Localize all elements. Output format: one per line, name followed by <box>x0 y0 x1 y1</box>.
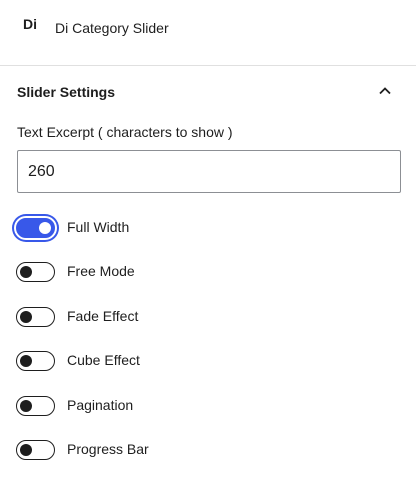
toggle-row-full-width: Full Width <box>0 213 416 243</box>
pagination-label[interactable]: Pagination <box>67 397 133 413</box>
section-title: Slider Settings <box>17 84 116 100</box>
fade-effect-label[interactable]: Fade Effect <box>67 308 138 324</box>
toggle-row-cube-effect: Cube Effect <box>0 346 416 376</box>
toggle-row-pagination: Pagination <box>0 391 416 421</box>
toggle-knob <box>20 355 32 367</box>
free-mode-label[interactable]: Free Mode <box>67 263 135 279</box>
text-excerpt-label: Text Excerpt ( characters to show ) <box>17 124 233 140</box>
toggle-knob <box>20 266 32 278</box>
toggle-row-free-mode: Free Mode <box>0 257 416 287</box>
free-mode-toggle[interactable] <box>16 262 55 282</box>
cube-effect-toggle[interactable] <box>16 351 55 371</box>
cube-effect-label[interactable]: Cube Effect <box>67 352 140 368</box>
progress-bar-toggle[interactable] <box>16 440 55 460</box>
block-settings-panel: Di Di Category Slider Slider Settings Te… <box>0 0 416 483</box>
text-excerpt-input[interactable] <box>17 150 401 193</box>
block-card: Di Di Category Slider <box>0 0 416 66</box>
chevron-up-icon <box>379 87 391 95</box>
progress-bar-label[interactable]: Progress Bar <box>67 441 149 457</box>
toggle-knob <box>20 311 32 323</box>
fade-effect-toggle[interactable] <box>16 307 55 327</box>
toggle-row-progress-bar: Progress Bar <box>0 435 416 465</box>
block-title: Di Category Slider <box>55 20 169 36</box>
full-width-label[interactable]: Full Width <box>67 219 129 235</box>
pagination-toggle[interactable] <box>16 396 55 416</box>
block-icon: Di <box>23 16 37 32</box>
full-width-toggle[interactable] <box>16 218 55 238</box>
toggle-knob <box>20 444 32 456</box>
toggle-row-fade-effect: Fade Effect <box>0 302 416 332</box>
toggle-knob <box>20 400 32 412</box>
toggle-knob <box>39 222 51 234</box>
slider-settings-panel-toggle[interactable]: Slider Settings <box>0 67 416 117</box>
